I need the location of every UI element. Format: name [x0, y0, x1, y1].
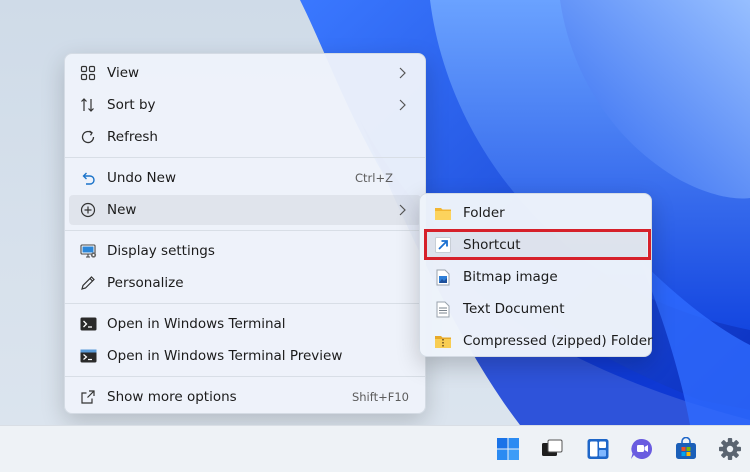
- task-view-icon[interactable]: [537, 434, 567, 464]
- menu-item-display-settings[interactable]: Display settings: [69, 236, 421, 266]
- taskbar: [0, 425, 750, 472]
- settings-gear-icon[interactable]: [715, 434, 745, 464]
- menu-item-open-terminal[interactable]: Open in Windows Terminal: [69, 309, 421, 339]
- desktop-context-menu: View Sort by Refresh Undo New Ctrl+Z New…: [64, 53, 426, 414]
- sort-icon: [79, 96, 97, 114]
- widgets-icon[interactable]: [583, 434, 613, 464]
- terminal-icon: [79, 315, 97, 333]
- menu-item-show-more-options[interactable]: Show more options Shift+F10: [69, 382, 421, 412]
- menu-separator: [65, 230, 425, 231]
- zip-folder-icon: [434, 332, 452, 350]
- menu-item-label: Sort by: [107, 97, 156, 113]
- bitmap-icon: [434, 268, 452, 286]
- submenu-item-label: Compressed (zipped) Folder: [463, 333, 653, 349]
- menu-item-view[interactable]: View: [69, 58, 421, 88]
- menu-item-sort-by[interactable]: Sort by: [69, 90, 421, 120]
- desktop[interactable]: View Sort by Refresh Undo New Ctrl+Z New…: [0, 0, 750, 425]
- submenu-item-label: Text Document: [463, 301, 565, 317]
- menu-item-label: Display settings: [107, 243, 215, 259]
- share-icon: [79, 388, 97, 406]
- menu-item-label: Show more options: [107, 389, 237, 405]
- menu-item-label: Open in Windows Terminal Preview: [107, 348, 343, 364]
- menu-item-label: Personalize: [107, 275, 184, 291]
- display-icon: [79, 242, 97, 260]
- chevron-right-icon: [399, 99, 406, 111]
- submenu-item-label: Bitmap image: [463, 269, 558, 285]
- menu-item-personalize[interactable]: Personalize: [69, 268, 421, 298]
- menu-item-open-terminal-preview[interactable]: Open in Windows Terminal Preview: [69, 341, 421, 371]
- menu-item-label: Undo New: [107, 170, 177, 186]
- submenu-item-text-document[interactable]: Text Document: [424, 294, 647, 324]
- microsoft-store-icon[interactable]: [671, 434, 701, 464]
- refresh-icon: [79, 128, 97, 146]
- menu-separator: [65, 157, 425, 158]
- plus-circle-icon: [79, 201, 97, 219]
- submenu-item-label: Folder: [463, 205, 505, 221]
- folder-icon: [434, 204, 452, 222]
- keyboard-shortcut: Ctrl+Z: [355, 171, 393, 185]
- text-document-icon: [434, 300, 452, 318]
- menu-item-label: Refresh: [107, 129, 158, 145]
- menu-item-label: New: [107, 202, 137, 218]
- windows-start-icon[interactable]: [493, 434, 523, 464]
- menu-separator: [65, 303, 425, 304]
- submenu-item-bitmap-image[interactable]: Bitmap image: [424, 262, 647, 292]
- pen-icon: [79, 274, 97, 292]
- menu-item-refresh[interactable]: Refresh: [69, 122, 421, 152]
- menu-item-label: View: [107, 65, 140, 81]
- menu-item-label: Open in Windows Terminal: [107, 316, 286, 332]
- undo-icon: [79, 169, 97, 187]
- keyboard-shortcut: Shift+F10: [351, 390, 409, 404]
- shortcut-highlight-annotation: [424, 229, 651, 260]
- menu-item-undo-new[interactable]: Undo New Ctrl+Z: [69, 163, 421, 193]
- menu-separator: [65, 376, 425, 377]
- terminal-preview-icon: [79, 347, 97, 365]
- chevron-right-icon: [399, 67, 406, 79]
- new-submenu: Folder Shortcut Bitmap image Text Docume…: [419, 193, 653, 357]
- menu-item-new[interactable]: New: [69, 195, 421, 225]
- chevron-right-icon: [399, 204, 406, 216]
- teams-chat-icon[interactable]: [627, 434, 657, 464]
- grid-view-icon: [79, 64, 97, 82]
- submenu-item-compressed-folder[interactable]: Compressed (zipped) Folder: [424, 326, 653, 356]
- submenu-item-folder[interactable]: Folder: [424, 198, 647, 228]
